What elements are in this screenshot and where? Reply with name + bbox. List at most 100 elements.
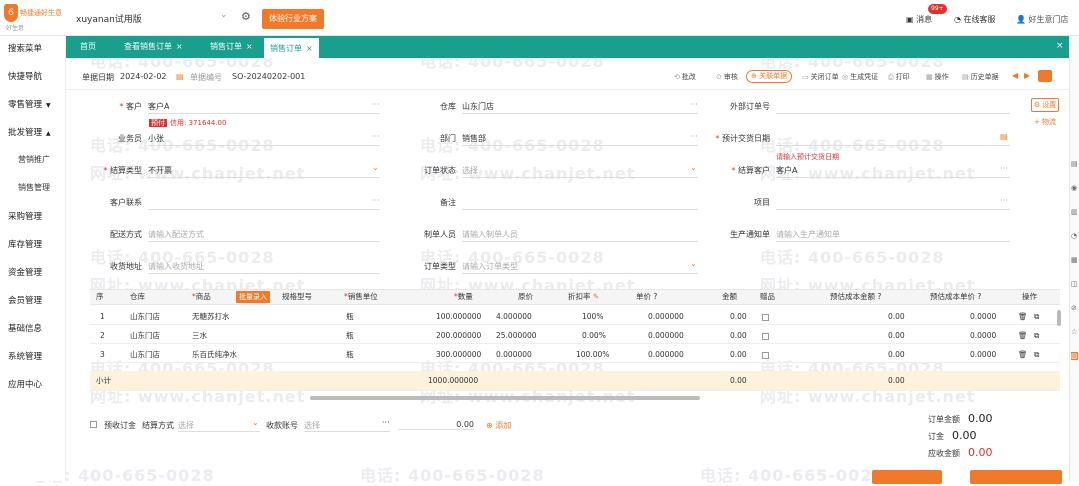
add-payment-link[interactable]: ⊕ 添加	[486, 420, 511, 431]
chevron-down-icon[interactable]: ⌄	[690, 259, 697, 268]
cell-unit-price[interactable]: 0.000000	[648, 308, 684, 326]
cell-product[interactable]: 三水	[192, 327, 207, 345]
audit-button[interactable]: ⊙ 审核	[716, 72, 738, 82]
cell-warehouse[interactable]: 山东门店	[130, 346, 160, 364]
calendar-icon[interactable]: ▤	[1000, 132, 1008, 141]
rail-icon[interactable]: ▥	[1071, 208, 1078, 216]
sidebar-item-apps[interactable]: 应用中心	[8, 378, 42, 390]
delete-icon[interactable]: 🗑	[1018, 308, 1028, 326]
dept-field[interactable]: 销售部	[462, 133, 698, 146]
delivery-date-field[interactable]	[776, 133, 1010, 146]
logistics-button[interactable]: + 物流	[1031, 116, 1059, 130]
more-icon[interactable]: ···	[382, 418, 390, 427]
project-field[interactable]	[776, 197, 1010, 210]
operations-button[interactable]: ▦ 操作	[926, 72, 949, 82]
prev-record-icon[interactable]: ◀	[1012, 71, 1018, 80]
rail-icon[interactable]: ◔	[1071, 232, 1077, 240]
online-service-link[interactable]: ◔ 在线客服	[954, 14, 996, 25]
print-button[interactable]: ⎙ 打印	[888, 72, 910, 82]
next-record-icon[interactable]: ▶	[1024, 71, 1030, 80]
amount-field[interactable]: 0.00	[398, 420, 474, 430]
sidebar-item-shortcuts[interactable]: 快捷导航	[8, 70, 42, 82]
related-docs-button[interactable]: ⊕ 关联单据	[746, 70, 793, 83]
gift-checkbox[interactable]	[762, 346, 769, 364]
close-icon[interactable]: ×	[246, 42, 253, 51]
cell-amount[interactable]: 0.00	[730, 346, 747, 364]
chevron-down-icon[interactable]: ⌄	[252, 418, 259, 427]
delete-icon[interactable]: 🗑	[1018, 327, 1028, 345]
close-icon[interactable]: ×	[306, 44, 313, 53]
sidebar-item-marketing[interactable]: 营销推广	[18, 154, 50, 165]
close-order-button[interactable]: ▭ 关闭订单	[802, 72, 839, 82]
cell-price[interactable]: 25.000000	[496, 327, 537, 345]
salesperson-field[interactable]: 小张	[148, 133, 380, 146]
more-icon[interactable]: ···	[372, 132, 380, 141]
chevron-down-icon[interactable]: ⌄	[690, 163, 697, 172]
horizontal-scrollbar[interactable]	[310, 396, 700, 400]
cell-price[interactable]: 0.000000	[496, 346, 532, 364]
cell-unit-price[interactable]: 0.000000	[648, 346, 684, 364]
copy-icon[interactable]: ⧉	[1034, 346, 1039, 364]
rail-icon[interactable]: ◉	[1071, 184, 1077, 192]
cell-amount[interactable]: 0.00	[730, 308, 747, 326]
rail-icon[interactable]: ▦	[1071, 256, 1078, 264]
save-new-button[interactable]	[872, 470, 942, 484]
cell-warehouse[interactable]: 山东门店	[130, 327, 160, 345]
batch-edit-button[interactable]: ⟲ 批改	[674, 72, 696, 82]
messages-link[interactable]: ▣ 消息	[906, 14, 932, 25]
more-icon[interactable]: ···	[372, 100, 380, 109]
more-icon[interactable]: ···	[690, 132, 698, 141]
app-logo[interactable]: 6 畅捷通好生意 好生意	[4, 4, 66, 32]
address-field[interactable]: 请输入收货地址	[148, 261, 380, 274]
trial-button[interactable]: 体验行业方案	[262, 9, 324, 29]
cell-qty[interactable]: 200.000000	[436, 327, 481, 345]
contact-field[interactable]	[148, 197, 380, 210]
cell-qty[interactable]: 300.000000	[436, 346, 481, 364]
order-type-select[interactable]: 请输入订单类型	[462, 261, 698, 274]
chevron-down-icon[interactable]: ⌄	[220, 10, 228, 20]
sidebar-item-system[interactable]: 系统管理	[8, 350, 42, 362]
customer-field[interactable]: 客户A	[148, 101, 380, 114]
table-row[interactable]	[90, 307, 1060, 325]
settle-select[interactable]: 不开票	[148, 165, 380, 178]
cell-discount[interactable]: 100%	[582, 308, 603, 326]
table-row[interactable]	[90, 326, 1060, 344]
ext-order-field[interactable]	[776, 101, 1010, 114]
rail-icon[interactable]: ▤	[1071, 160, 1078, 168]
warehouse-field[interactable]: 山东门店	[462, 101, 698, 114]
production-field[interactable]: 请输入生产通知单	[776, 229, 1010, 242]
chevron-down-icon[interactable]: ⌄	[372, 163, 379, 172]
more-icon[interactable]: ···	[1000, 164, 1008, 173]
sidebar-item-retail[interactable]: 零售管理 ▼	[8, 98, 51, 110]
tab-view-sales-order[interactable]: 查看销售订单 ×	[124, 36, 183, 58]
cell-unit[interactable]: 瓶	[346, 308, 354, 326]
cell-product[interactable]: 无糖苏打水	[192, 308, 230, 326]
cell-product[interactable]: 乐百氏纯净水	[192, 346, 237, 364]
maker-field[interactable]: 请输入制单人员	[462, 229, 698, 242]
batch-entry-button[interactable]: 批量录入	[236, 291, 270, 303]
close-icon[interactable]: ×	[176, 42, 183, 51]
method-select[interactable]: 选择	[178, 420, 260, 432]
copy-icon[interactable]: ⧉	[1034, 308, 1039, 326]
tab-home[interactable]: 首页	[80, 36, 96, 58]
cell-unit[interactable]: 瓶	[346, 346, 354, 364]
rail-icon-active[interactable]: ▨	[1071, 352, 1078, 360]
sidebar-item-purchase[interactable]: 采购管理	[8, 210, 42, 222]
rail-icon[interactable]: ⊘	[1071, 304, 1077, 312]
delivery-field[interactable]: 请输入配送方式	[148, 229, 380, 242]
date-value[interactable]: 2024-02-02	[120, 72, 167, 81]
sidebar-item-funds[interactable]: 资金管理	[8, 266, 42, 278]
order-status-select[interactable]: 选择	[462, 165, 698, 178]
more-icon[interactable]: ···	[1000, 196, 1008, 205]
cell-discount[interactable]: 100.00%	[576, 346, 609, 364]
copy-icon[interactable]: ⧉	[1034, 327, 1039, 345]
sidebar-item-wholesale[interactable]: 批发管理 ▲	[8, 126, 51, 138]
more-icon[interactable]: ···	[690, 100, 698, 109]
gift-checkbox[interactable]	[762, 308, 769, 326]
tab-sales-order[interactable]: 销售订单 ×	[210, 36, 253, 58]
cell-qty[interactable]: 100.000000	[436, 308, 481, 326]
sidebar-item-basic[interactable]: 基础信息	[8, 322, 42, 334]
menu-toggle-button[interactable]	[1038, 70, 1052, 82]
delivery-date-hint[interactable]: 请输入预计交货日期	[776, 152, 839, 162]
prepay-checkbox[interactable]	[90, 420, 97, 429]
